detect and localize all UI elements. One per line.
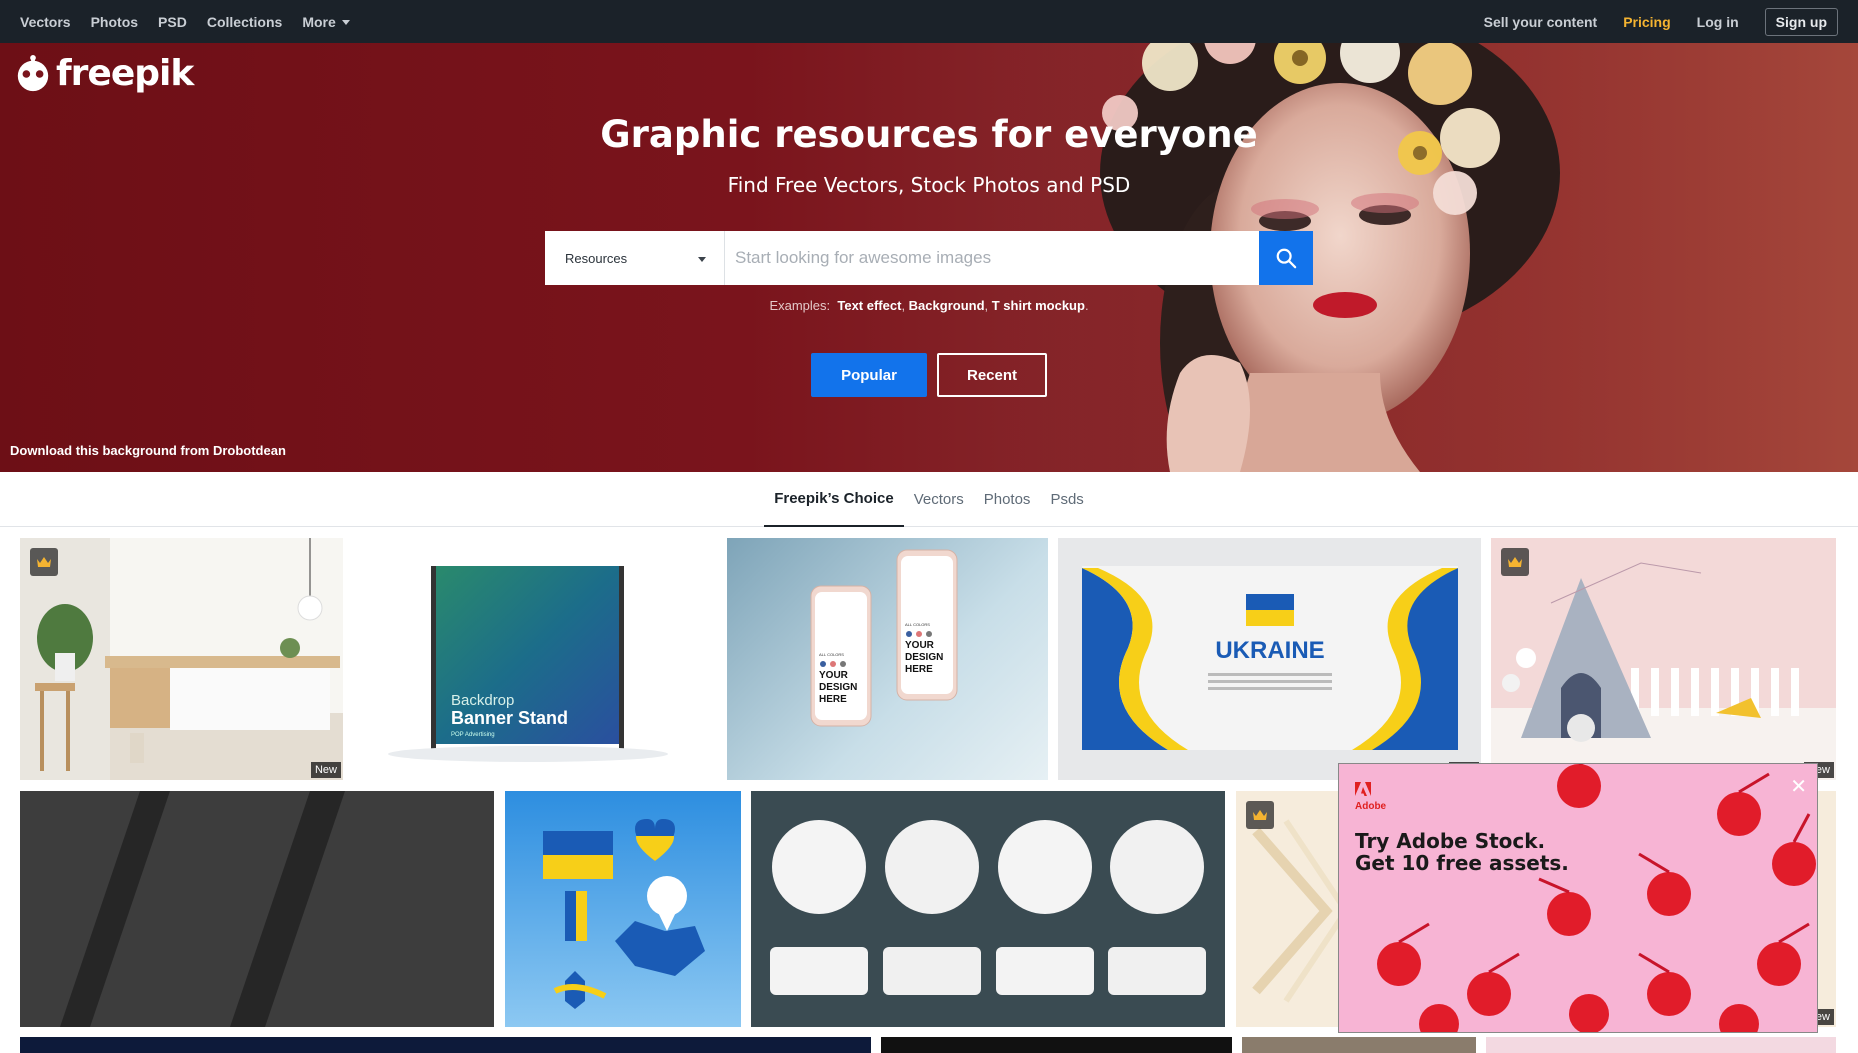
nav-photos[interactable]: Photos [91, 14, 138, 30]
close-ad-button[interactable]: ✕ [1790, 774, 1807, 799]
thumbnail-interior-room[interactable]: New [20, 538, 343, 780]
sort-buttons: Popular Recent [811, 353, 1047, 397]
thumbnail-ukraine-symbols[interactable] [505, 791, 741, 1027]
crown-icon [1253, 810, 1267, 820]
adobe-logo-icon [1355, 782, 1371, 796]
kids-room-image [1491, 538, 1836, 780]
nav-more-dropdown[interactable]: More [302, 13, 350, 30]
example-link[interactable]: T shirt mockup [992, 298, 1085, 313]
thumbnail-pink[interactable] [1486, 1037, 1836, 1053]
banner-line3: POP Advertising [451, 732, 495, 738]
thumbnail-dark[interactable] [881, 1037, 1232, 1053]
thumbnail-kids-room[interactable]: New [1491, 538, 1836, 780]
adobe-brand-label: Adobe [1355, 801, 1387, 812]
premium-crown-badge [30, 548, 58, 576]
search-icon [1276, 248, 1297, 269]
phone2-colors-label: ALL COLORS [905, 622, 930, 627]
adobe-logo: Adobe [1355, 782, 1386, 812]
new-badge: New [310, 762, 341, 778]
nav-vectors[interactable]: Vectors [20, 14, 71, 30]
banner-stand-image: Backdrop Banner Stand POP Advertising [388, 566, 668, 762]
login-link[interactable]: Log in [1697, 14, 1739, 30]
cherries-pattern [1377, 764, 1816, 1032]
nav-psd[interactable]: PSD [158, 14, 187, 30]
phone-mockup-image: YOUR DESIGN HERE YOUR DESIGN HERE ALL CO… [810, 549, 958, 727]
phone2-text-line2: DESIGN [905, 652, 943, 663]
phone-text-line1: YOUR [819, 670, 849, 681]
top-navigation: Vectors Photos PSD Collections More Sell… [0, 0, 1858, 43]
thumbnail-phone-mockup[interactable]: YOUR DESIGN HERE YOUR DESIGN HERE ALL CO… [727, 538, 1048, 780]
sell-content-link[interactable]: Sell your content [1484, 14, 1598, 30]
search-input[interactable] [725, 231, 1259, 285]
example-link[interactable]: Background [909, 298, 985, 313]
recent-button[interactable]: Recent [937, 353, 1047, 397]
tire-tracks-image [20, 791, 494, 1027]
ukraine-symbols-image [543, 819, 705, 1009]
interior-room-image [20, 538, 343, 780]
banner-line2: Banner Stand [451, 708, 568, 728]
chevron-down-icon [698, 256, 706, 262]
main-nav-links: Vectors Photos PSD Collections More [20, 14, 350, 30]
hero-title: Graphic resources for everyone [600, 113, 1258, 156]
examples-label: Examples: [769, 298, 831, 313]
signup-button[interactable]: Sign up [1764, 7, 1838, 36]
thumbnail-dark-neon[interactable] [20, 1037, 871, 1053]
phone-text-line3: HERE [819, 694, 847, 705]
search-examples: Examples: Text effect, Background, T shi… [769, 298, 1089, 313]
resource-type-value: Resources [565, 250, 628, 266]
search-button[interactable] [1259, 231, 1313, 285]
phone-colors-label: ALL COLORS [819, 652, 844, 657]
pricing-link[interactable]: Pricing [1623, 14, 1670, 30]
nav-more-label: More [302, 13, 336, 30]
ad-line2: Get 10 free assets. [1355, 851, 1569, 875]
hero-subtitle: Find Free Vectors, Stock Photos and PSD [727, 173, 1131, 197]
nav-collections[interactable]: Collections [207, 14, 282, 30]
search-bar: Resources [545, 231, 1313, 285]
freepik-logo[interactable]: freepik [14, 53, 194, 94]
resource-type-select[interactable]: Resources [545, 231, 725, 285]
tab-photos[interactable]: Photos [974, 472, 1041, 527]
tab-vectors[interactable]: Vectors [904, 472, 974, 527]
thumbnail-paper-stickers[interactable] [751, 791, 1225, 1027]
phone-text-line2: DESIGN [819, 682, 857, 693]
example-link[interactable]: Text effect [837, 298, 901, 313]
phone2-text-line1: YOUR [905, 640, 935, 651]
freepik-logo-icon [17, 54, 49, 91]
tab-freepiks-choice[interactable]: Freepik’s Choice [764, 472, 904, 527]
chevron-down-icon [341, 20, 350, 25]
crown-icon [37, 557, 51, 567]
paper-stickers-image [770, 820, 1206, 995]
ukraine-banner-image: UKRAINE [1082, 566, 1458, 750]
premium-crown-badge [1246, 801, 1274, 829]
thumbnail-banner-stand[interactable]: Backdrop Banner Stand POP Advertising [353, 538, 719, 780]
premium-crown-badge [1501, 548, 1529, 576]
hero-banner: freepik Graphic resources for everyone F… [0, 43, 1858, 472]
crown-icon [1508, 557, 1522, 567]
phone2-text-line3: HERE [905, 664, 933, 675]
thumbnail-poster[interactable] [1242, 1037, 1476, 1053]
content-tabs: Freepik’s Choice Vectors Photos Psds [0, 472, 1858, 527]
background-credit-link[interactable]: Download this background from Drobotdean [10, 443, 286, 458]
popular-button[interactable]: Popular [811, 353, 927, 397]
ad-headline: Try Adobe Stock. Get 10 free assets. [1355, 830, 1569, 874]
thumbnail-tire-tracks[interactable] [20, 791, 494, 1027]
thumbnail-ukraine-banner[interactable]: UKRAINE New [1058, 538, 1481, 780]
tab-psds[interactable]: Psds [1040, 472, 1093, 527]
ukraine-title: UKRAINE [1215, 637, 1324, 664]
account-nav: Sell your content Pricing Log in Sign up [1484, 7, 1838, 36]
logo-text: freepik [56, 53, 194, 94]
banner-line1: Backdrop [451, 692, 514, 709]
adobe-stock-ad[interactable]: Adobe Try Adobe Stock. Get 10 free asset… [1338, 763, 1818, 1033]
ad-line1: Try Adobe Stock. [1355, 829, 1546, 853]
